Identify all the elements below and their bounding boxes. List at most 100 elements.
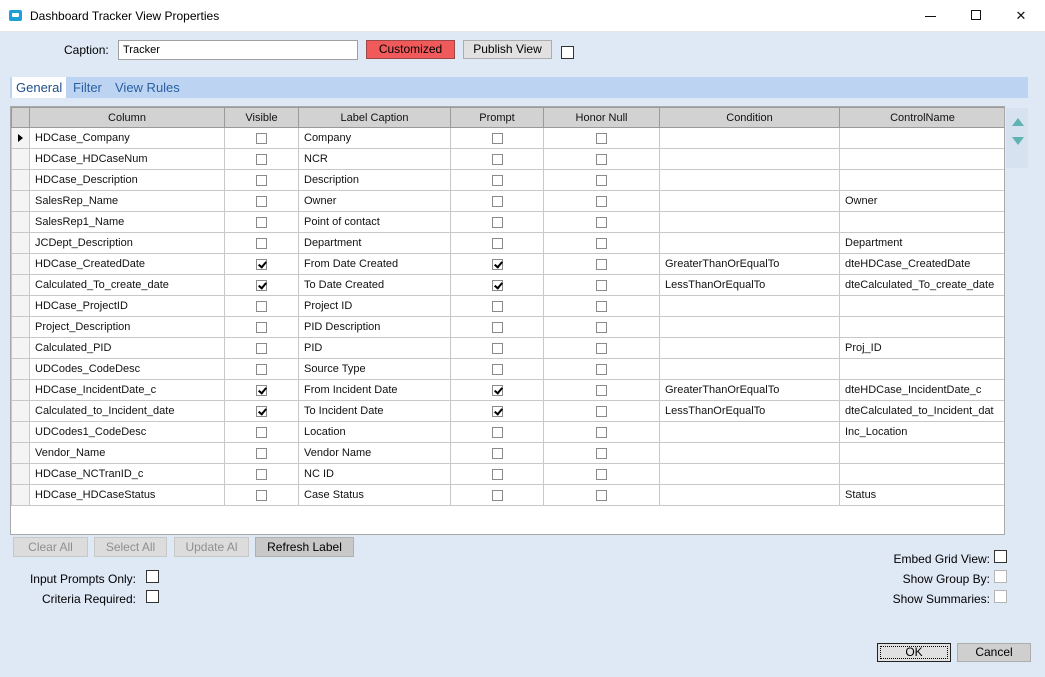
cell-label-caption[interactable]: To Date Created	[298, 274, 451, 296]
cell-condition[interactable]	[659, 316, 840, 338]
visible-checkbox[interactable]	[256, 447, 267, 459]
cell-condition[interactable]: LessThanOrEqualTo	[659, 400, 840, 422]
visible-checkbox[interactable]	[256, 153, 267, 165]
cell-prompt[interactable]	[450, 232, 544, 254]
cell-control-name[interactable]: dteHDCase_IncidentDate_c	[839, 379, 1004, 401]
cell-control-name[interactable]	[839, 295, 1004, 317]
visible-checkbox[interactable]	[256, 300, 267, 312]
tab-general[interactable]: General	[12, 77, 67, 98]
honor-null-checkbox[interactable]	[596, 468, 607, 480]
cell-honor-null[interactable]	[543, 190, 660, 212]
cell-visible[interactable]	[224, 274, 299, 296]
prompt-checkbox[interactable]	[491, 216, 503, 228]
cell-honor-null[interactable]	[543, 379, 660, 401]
show-group-by-checkbox[interactable]	[994, 570, 1007, 583]
honor-null-checkbox[interactable]	[596, 405, 607, 417]
cell-control-name[interactable]: dteCalculated_To_create_date	[839, 274, 1004, 296]
cell-honor-null[interactable]	[543, 211, 660, 233]
header-control-name[interactable]: ControlName	[839, 107, 1004, 128]
honor-null-checkbox[interactable]	[596, 447, 607, 459]
cell-prompt[interactable]	[450, 442, 544, 464]
cell-visible[interactable]	[224, 211, 299, 233]
cell-control-name[interactable]: dteHDCase_CreatedDate	[839, 253, 1004, 275]
cell-label-caption[interactable]: Source Type	[298, 358, 451, 380]
cell-control-name[interactable]: Proj_ID	[839, 337, 1004, 359]
cell-column[interactable]: HDCase_HDCaseStatus	[29, 484, 225, 506]
cell-label-caption[interactable]: From Date Created	[298, 253, 451, 275]
honor-null-checkbox[interactable]	[596, 279, 607, 291]
cell-condition[interactable]	[659, 442, 840, 464]
cell-control-name[interactable]	[839, 169, 1004, 191]
cell-column[interactable]: Project_Description	[29, 316, 225, 338]
cell-control-name[interactable]	[839, 316, 1004, 338]
header-column[interactable]: Column	[29, 107, 225, 128]
prompt-checkbox[interactable]	[491, 321, 503, 333]
cell-prompt[interactable]	[450, 337, 544, 359]
table-row[interactable]: HDCase_HDCaseStatus Case Status Status	[11, 484, 1004, 506]
visible-checkbox[interactable]	[256, 342, 267, 354]
input-prompts-only-checkbox[interactable]	[146, 570, 159, 583]
honor-null-checkbox[interactable]	[596, 342, 607, 354]
cell-visible[interactable]	[224, 379, 299, 401]
honor-null-checkbox[interactable]	[596, 237, 607, 249]
cell-condition[interactable]	[659, 421, 840, 443]
cell-control-name[interactable]: dteCalculated_to_Incident_dat	[839, 400, 1004, 422]
cell-label-caption[interactable]: From Incident Date	[298, 379, 451, 401]
show-summaries-checkbox[interactable]	[994, 590, 1007, 603]
honor-null-checkbox[interactable]	[596, 195, 607, 207]
cell-control-name[interactable]: Status	[839, 484, 1004, 506]
cell-honor-null[interactable]	[543, 358, 660, 380]
cell-prompt[interactable]	[450, 316, 544, 338]
honor-null-checkbox[interactable]	[596, 300, 607, 312]
visible-checkbox[interactable]	[256, 363, 267, 375]
cell-visible[interactable]	[224, 484, 299, 506]
prompt-checkbox[interactable]	[491, 426, 503, 438]
cell-column[interactable]: HDCase_ProjectID	[29, 295, 225, 317]
prompt-checkbox[interactable]	[491, 174, 503, 186]
scroll-up-icon[interactable]	[1011, 116, 1025, 126]
table-row[interactable]: HDCase_Company Company	[11, 127, 1004, 149]
honor-null-checkbox[interactable]	[596, 426, 607, 438]
cell-visible[interactable]	[224, 148, 299, 170]
visible-checkbox[interactable]	[256, 489, 267, 501]
cancel-button[interactable]: Cancel	[957, 643, 1031, 662]
table-row[interactable]: HDCase_ProjectID Project ID	[11, 295, 1004, 317]
visible-checkbox[interactable]	[256, 321, 267, 333]
cell-visible[interactable]	[224, 169, 299, 191]
header-label-caption[interactable]: Label Caption	[298, 107, 451, 128]
cell-column[interactable]: Calculated_PID	[29, 337, 225, 359]
prompt-checkbox[interactable]	[491, 195, 503, 207]
prompt-checkbox[interactable]	[491, 363, 503, 375]
criteria-required-checkbox[interactable]	[146, 590, 159, 603]
cell-prompt[interactable]	[450, 148, 544, 170]
prompt-checkbox[interactable]	[491, 405, 503, 417]
tab-filter[interactable]: Filter	[69, 77, 106, 98]
cell-column[interactable]: HDCase_HDCaseNum	[29, 148, 225, 170]
cell-visible[interactable]	[224, 253, 299, 275]
cell-control-name[interactable]	[839, 211, 1004, 233]
minimize-button[interactable]	[908, 0, 954, 32]
cell-column[interactable]: HDCase_IncidentDate_c	[29, 379, 225, 401]
cell-column[interactable]: HDCase_Description	[29, 169, 225, 191]
prompt-checkbox[interactable]	[491, 342, 503, 354]
cell-column[interactable]: UDCodes1_CodeDesc	[29, 421, 225, 443]
table-row[interactable]: UDCodes_CodeDesc Source Type	[11, 358, 1004, 380]
cell-visible[interactable]	[224, 358, 299, 380]
caption-input[interactable]	[118, 40, 358, 60]
visible-checkbox[interactable]	[256, 174, 267, 186]
honor-null-checkbox[interactable]	[596, 363, 607, 375]
cell-label-caption[interactable]: PID Description	[298, 316, 451, 338]
cell-visible[interactable]	[224, 421, 299, 443]
header-visible[interactable]: Visible	[224, 107, 299, 128]
cell-column[interactable]: HDCase_NCTranID_c	[29, 463, 225, 485]
prompt-checkbox[interactable]	[491, 447, 503, 459]
table-row[interactable]: SalesRep_Name Owner Owner	[11, 190, 1004, 212]
visible-checkbox[interactable]	[256, 279, 267, 291]
clear-all-button[interactable]: Clear All	[13, 537, 88, 557]
cell-honor-null[interactable]	[543, 232, 660, 254]
cell-column[interactable]: JCDept_Description	[29, 232, 225, 254]
cell-column[interactable]: UDCodes_CodeDesc	[29, 358, 225, 380]
cell-condition[interactable]	[659, 337, 840, 359]
table-row[interactable]: HDCase_Description Description	[11, 169, 1004, 191]
cell-column[interactable]: Vendor_Name	[29, 442, 225, 464]
